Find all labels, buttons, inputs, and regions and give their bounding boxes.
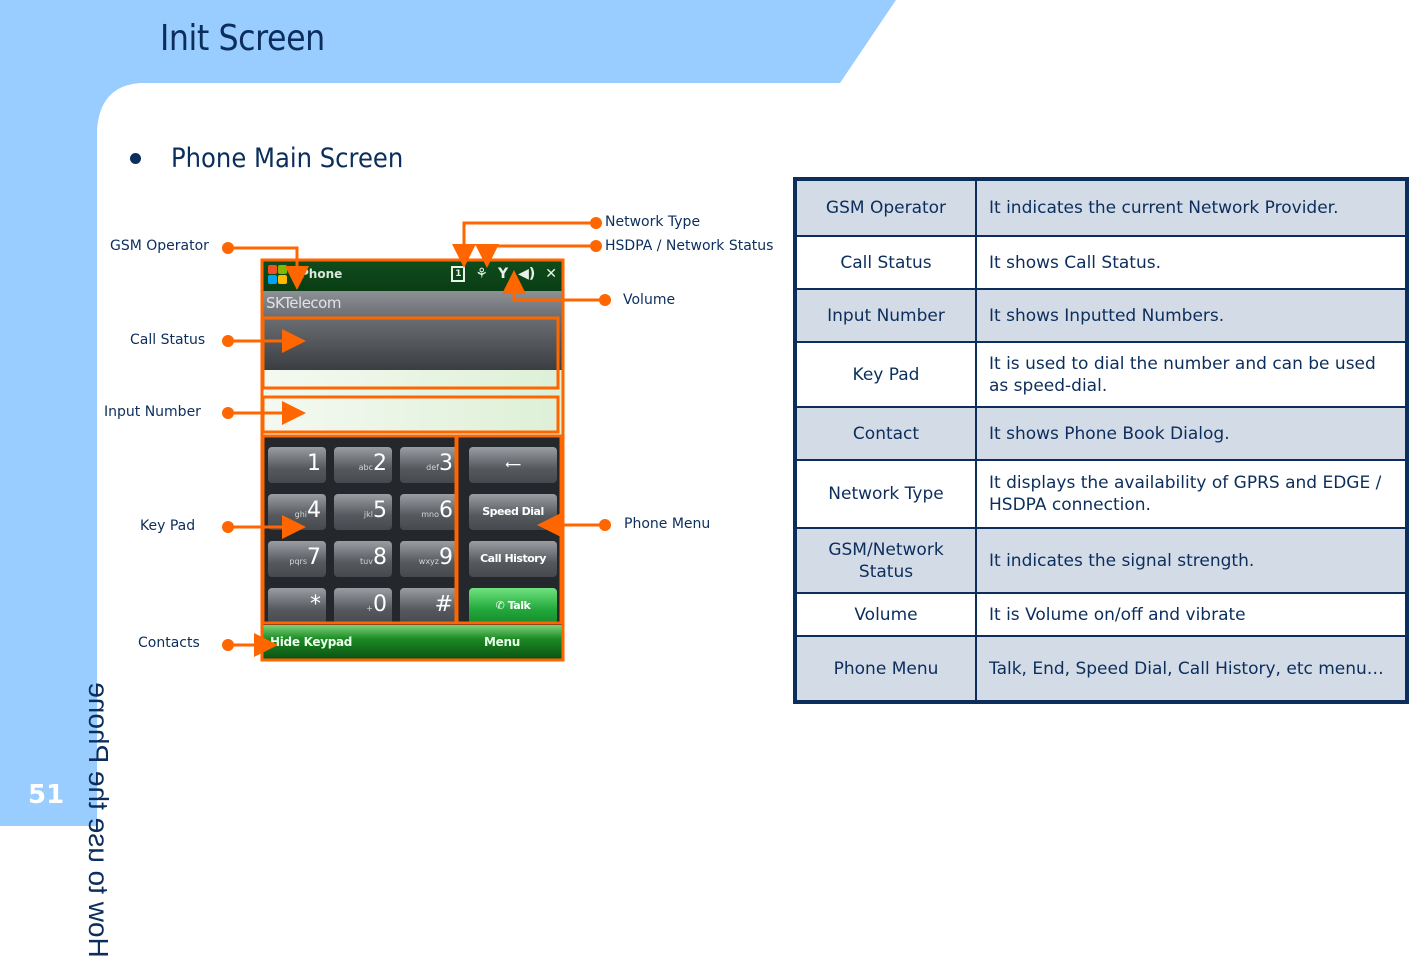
label-contacts: Contacts xyxy=(138,635,200,651)
table-row: GSM Operator It indicates the current Net… xyxy=(794,178,1408,237)
label-hsdpa-status: HSDPA / Network Status xyxy=(605,238,774,254)
label-volume: Volume xyxy=(623,292,676,308)
table-row: Phone Menu Talk, End, Speed Dial, Call Hi… xyxy=(794,635,1408,703)
table-row: GSM/Network Status It indicates the signa… xyxy=(794,527,1408,594)
table-row: Call Status It shows Call Status. xyxy=(794,235,1408,290)
description-cell: It indicates the signal strength. xyxy=(975,527,1408,594)
description-cell: It shows Call Status. xyxy=(975,235,1408,290)
label-key-pad: Key Pad xyxy=(140,518,196,534)
label-network-type: Network Type xyxy=(605,214,701,230)
description-cell: Talk, End, Speed Dial, Call History, etc… xyxy=(975,635,1408,703)
item-cell: Call Status xyxy=(794,235,977,290)
item-cell: Volume xyxy=(794,592,977,637)
item-cell: Network Type xyxy=(794,459,977,529)
input-number-box xyxy=(261,395,560,434)
description-cell: It is used to dial the number and can be… xyxy=(975,341,1408,408)
description-cell: It shows Phone Book Dialog. xyxy=(975,406,1408,461)
network-type-line xyxy=(452,221,596,268)
description-table: GSM Operator It indicates the current Net… xyxy=(793,177,1409,704)
call-status-box xyxy=(261,316,560,390)
label-input-number: Input Number xyxy=(104,404,201,420)
phone-outline xyxy=(260,258,565,662)
table-row: Network Type It displays the availability… xyxy=(794,459,1408,529)
table-row: Contact It shows Phone Book Dialog. xyxy=(794,406,1408,461)
keypad-box xyxy=(261,434,458,625)
label-call-status: Call Status xyxy=(130,332,206,348)
phone-menu-box xyxy=(455,434,563,625)
description-cell: It indicates the current Network Provide… xyxy=(975,178,1408,237)
description-cell: It is Volume on/off and vibrate xyxy=(975,592,1408,637)
table-row: Volume It is Volume on/off and vibrate xyxy=(794,592,1408,637)
item-cell: GSM/Network Status xyxy=(794,527,977,594)
table-row: Key Pad It is used to dial the number and… xyxy=(794,341,1408,408)
label-gsm-operator: GSM Operator xyxy=(110,238,209,254)
table-row: Input Number It shows Inputted Numbers. xyxy=(794,288,1408,343)
item-cell: Key Pad xyxy=(794,341,977,408)
item-cell: GSM Operator xyxy=(794,178,977,237)
item-cell: Contact xyxy=(794,406,977,461)
item-cell: Input Number xyxy=(794,288,977,343)
description-cell: It displays the availability of GPRS and… xyxy=(975,459,1408,529)
volume-line xyxy=(502,270,605,302)
label-phone-menu: Phone Menu xyxy=(624,516,711,532)
description-cell: It shows Inputted Numbers. xyxy=(975,288,1408,343)
item-cell: Phone Menu xyxy=(794,635,977,703)
